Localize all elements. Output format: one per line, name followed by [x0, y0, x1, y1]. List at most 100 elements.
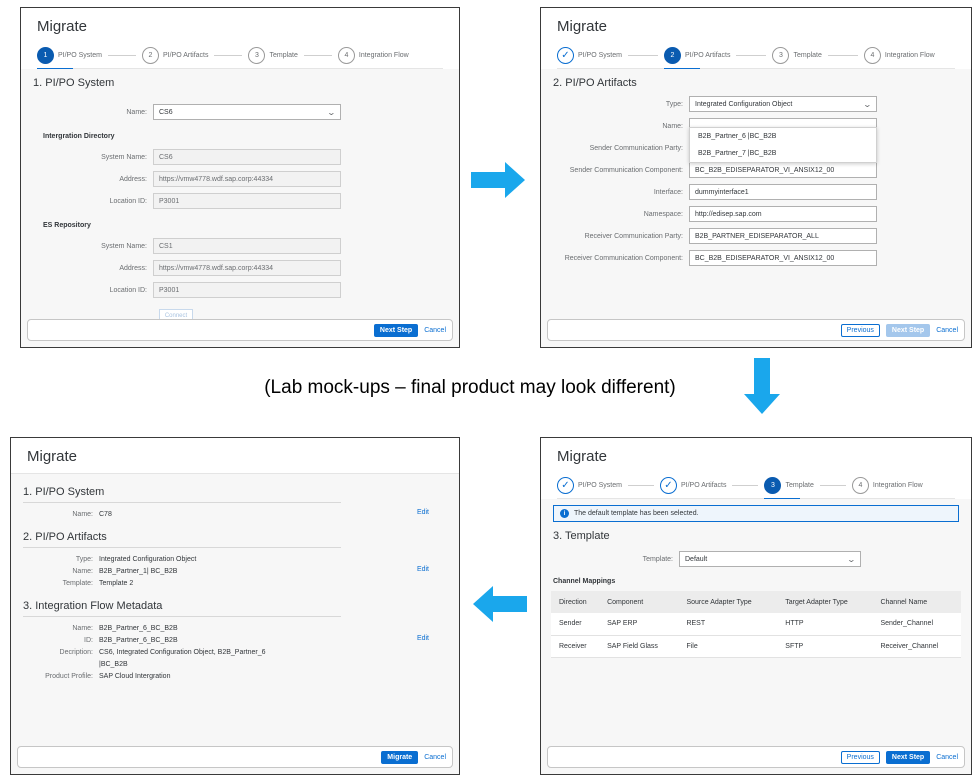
step-1[interactable]: 1 PI/PO System	[37, 43, 102, 70]
name-select[interactable]: CS6 ⌄	[153, 104, 341, 120]
dialog-title: Migrate	[557, 448, 608, 465]
footer-bar: Previous Next Step Cancel	[547, 746, 965, 768]
edit-link[interactable]: Edit	[417, 509, 429, 516]
step-1[interactable]: ✓ PI/PO System	[557, 473, 622, 499]
form-row: Receiver Communication Party: B2B_PARTNER…	[541, 225, 971, 247]
info-message-text: The default template has been selected.	[574, 510, 699, 517]
step-number-2: 2	[141, 47, 159, 64]
info-message-strip: i The default template has been selected.	[553, 505, 959, 522]
panel-review: Migrate 1. PI/PO System Name: C78 Edit 2. …	[10, 437, 460, 775]
step-1[interactable]: ✓ PI/PO System	[557, 43, 622, 69]
form-row: Type: Integrated Configuration Object ⌄	[541, 93, 971, 115]
step-label: PI/PO Artifacts	[684, 52, 731, 59]
next-step-button[interactable]: Next Step	[373, 323, 419, 337]
chevron-down-icon: ⌄	[326, 107, 337, 117]
summary-label: Name:	[72, 511, 93, 518]
edit-link[interactable]: Edit	[417, 566, 429, 573]
column-header: Target Adapter Type	[777, 591, 873, 613]
step-label: PI/PO System	[578, 52, 622, 59]
field-input[interactable]: dummyinterface1	[689, 184, 877, 200]
summary-label: Template:	[62, 580, 93, 587]
name-dropdown-list: B2B_Partner_6 |BC_B2B B2B_Partner_7 |BC_…	[689, 127, 877, 163]
location-id-field[interactable]: P3001	[153, 193, 341, 209]
step-label: Integration Flow	[872, 482, 923, 489]
table-cell: SFTP	[777, 635, 873, 658]
summary-label: Type:	[75, 556, 93, 563]
dropdown-option[interactable]: B2B_Partner_7 |BC_B2B	[690, 145, 876, 162]
section-title: 2. PI/PO Artifacts	[553, 77, 637, 89]
dropdown-option[interactable]: B2B_Partner_6 |BC_B2B	[690, 128, 876, 145]
integration-directory-heading: Intergration Directory	[43, 133, 115, 140]
footer-bar: Previous Next Step Cancel	[547, 319, 965, 341]
next-step-button[interactable]: Next Step	[885, 323, 931, 337]
step-number-4: 4	[337, 47, 355, 64]
footer-bar: Next Step Cancel	[27, 319, 453, 341]
name-label: Name:	[126, 108, 147, 116]
summary-label	[11, 659, 99, 671]
table-row[interactable]: Receiver SAP Field Glass File SFTP Receiver_…	[551, 635, 961, 658]
step-label: PI/PO System	[58, 52, 102, 59]
field-value: B2B_PARTNER_EDISEPARATOR_ALL	[695, 232, 819, 240]
es-location-id-field[interactable]: P3001	[153, 282, 341, 298]
table-row[interactable]: Sender SAP ERP REST HTTP Sender_Channel	[551, 613, 961, 636]
step-3[interactable]: 3 Template	[764, 473, 814, 500]
channel-mappings-table: Direction Component Source Adapter Type Tar…	[551, 591, 961, 658]
edit-link[interactable]: Edit	[417, 635, 429, 642]
panel-template: Migrate ✓ PI/PO System ✓ PI/PO Artifacts 3…	[540, 437, 972, 775]
field-input[interactable]: BC_B2B_EDISEPARATOR_VI_ANSIX12_00	[689, 162, 877, 178]
step-4[interactable]: 4 Integration Flow	[337, 43, 409, 69]
summary-row: Name: C78	[11, 509, 459, 521]
table-cell: Sender_Channel	[872, 613, 961, 636]
cancel-button[interactable]: Cancel	[936, 327, 958, 334]
location-id-label: Location ID:	[109, 197, 147, 205]
table-cell: Receiver	[551, 635, 600, 658]
step-number-3: 3	[772, 47, 790, 64]
cancel-button[interactable]: Cancel	[424, 327, 446, 334]
wizard-steps: ✓ PI/PO System 2 PI/PO Artifacts 3 Template…	[557, 43, 955, 70]
checkmark-icon: ✓	[557, 477, 574, 494]
panel-pipo-artifacts: Migrate ✓ PI/PO System 2 PI/PO Artifacts 3…	[540, 7, 972, 348]
es-address-field[interactable]: https://vmw4778.wdf.sap.corp:44334	[153, 260, 341, 276]
field-input[interactable]: B2B_PARTNER_EDISEPARATOR_ALL	[689, 228, 877, 244]
step-label: Integration Flow	[884, 52, 935, 59]
step-4[interactable]: 4 Integration Flow	[851, 473, 923, 499]
info-icon: i	[560, 509, 569, 518]
step-3[interactable]: 3 Template	[772, 43, 822, 69]
es-system-name-field[interactable]: CS1	[153, 238, 341, 254]
table-cell: Receiver_Channel	[872, 635, 961, 658]
previous-button[interactable]: Previous	[840, 750, 880, 764]
cancel-button[interactable]: Cancel	[936, 754, 958, 761]
wizard-steps: 1 PI/PO System 2 PI/PO Artifacts 3 Template…	[37, 43, 443, 70]
step-2[interactable]: ✓ PI/PO Artifacts	[659, 473, 726, 499]
migrate-button[interactable]: Migrate	[381, 750, 419, 764]
table-cell: Sender	[551, 613, 600, 636]
step-label: Template	[793, 52, 822, 59]
template-select[interactable]: Default ⌄	[679, 551, 861, 567]
step-label: Template	[269, 52, 298, 59]
dialog-title: Migrate	[27, 448, 78, 465]
column-header: Channel Name	[872, 591, 961, 613]
step-number-4: 4	[851, 477, 869, 494]
step-3[interactable]: 3 Template	[248, 43, 298, 69]
step-4[interactable]: 4 Integration Flow	[863, 43, 935, 69]
step-number-4: 4	[863, 47, 881, 64]
field-input[interactable]: Integrated Configuration Object ⌄	[689, 96, 877, 112]
summary-label: Product Profile:	[45, 673, 93, 680]
previous-button[interactable]: Previous	[840, 323, 880, 337]
system-name-field[interactable]: CS6	[153, 149, 341, 165]
address-field[interactable]: https://vmw4778.wdf.sap.corp:44334	[153, 171, 341, 187]
field-label: Namespace:	[643, 210, 683, 218]
field-value: dummyinterface1	[695, 188, 749, 196]
summary-label: Decription:	[59, 649, 93, 656]
section-title: 3. Template	[553, 530, 610, 542]
summary-value: B2B_Partner_6_BC_B2B	[99, 637, 178, 644]
field-input[interactable]: http://edisep.sap.com	[689, 206, 877, 222]
field-label: Interface:	[653, 188, 683, 196]
step-2[interactable]: 2 PI/PO Artifacts	[141, 43, 208, 69]
cancel-button[interactable]: Cancel	[424, 754, 446, 761]
step-2[interactable]: 2 PI/PO Artifacts	[663, 43, 731, 70]
field-input[interactable]: BC_B2B_EDISEPARATOR_VI_ANSIX12_00	[689, 250, 877, 266]
name-select-value: CS6	[159, 108, 173, 116]
next-step-button[interactable]: Next Step	[885, 750, 931, 764]
system-name-label: System Name:	[101, 242, 147, 250]
